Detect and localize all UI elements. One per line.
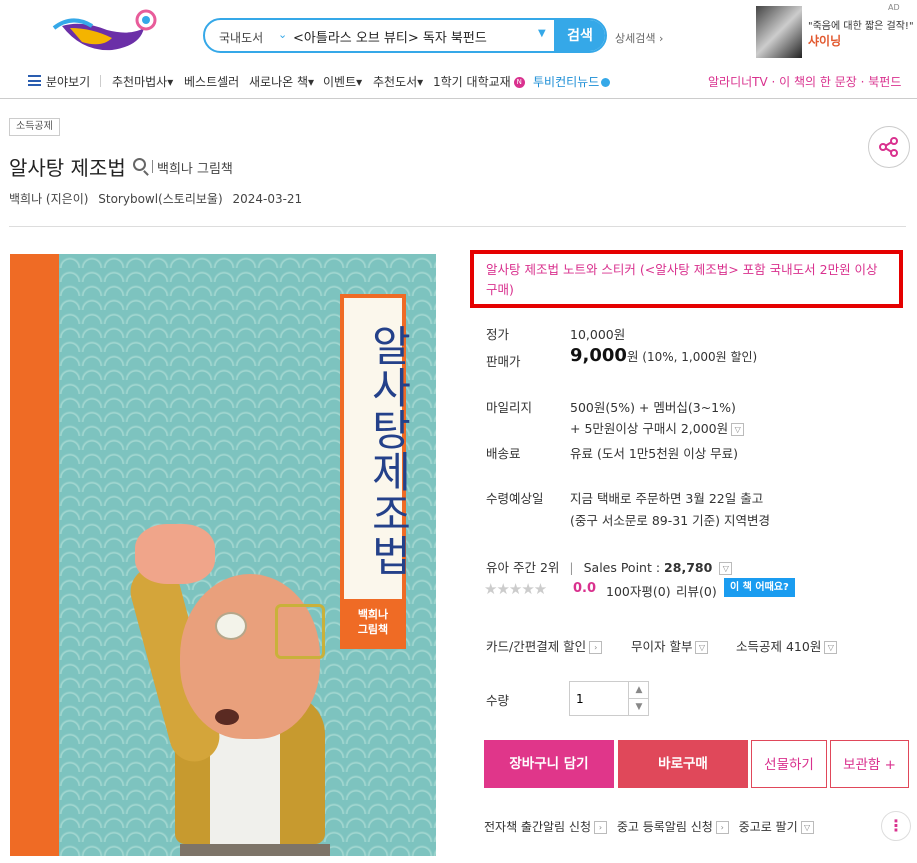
sales-rank[interactable]: 유아 주간 2위 [486, 560, 559, 575]
search-input[interactable] [293, 26, 533, 46]
chevron-right-icon[interactable]: › [715, 821, 729, 834]
quantity-stepper: ▲ ▼ [569, 681, 649, 716]
list-price: 10,000원 [570, 327, 626, 342]
installment[interactable]: 무이자 할부 ▽ [631, 636, 709, 655]
book-series[interactable]: 백희나 그림책 [157, 158, 233, 177]
rating-value: 0.0 [573, 581, 597, 596]
tax-deduction-tag: 소득공제 [9, 118, 60, 136]
nav-divider [100, 75, 101, 87]
hamburger-icon[interactable] [28, 75, 41, 86]
figure-glasses [275, 604, 325, 659]
delivery-label: 수령예상일 [486, 491, 544, 506]
mileage-line1: 500원(5%) + 멤버십(3~1%) [570, 400, 736, 415]
search-category[interactable]: 국내도서 [219, 29, 263, 46]
nav-right-links[interactable]: 알라디너TV · 이 책의 한 문장 · 북펀드 [708, 73, 901, 89]
ad-mark: AD [888, 3, 900, 12]
delivery-line1: 지금 택배로 주문하면 3월 22일 출고 [570, 491, 764, 506]
mileage-label: 마일리지 [486, 400, 533, 415]
author-link[interactable]: 백희나 (지은이) [9, 192, 88, 206]
cover-author: 백희나 그림책 [340, 599, 406, 649]
search-icon[interactable] [133, 158, 146, 171]
more-options-icon[interactable]: ⋮ [881, 811, 911, 841]
advanced-search-link[interactable]: 상세검색 › [615, 30, 663, 46]
chevron-down-icon[interactable]: ▽ [824, 641, 838, 654]
new-badge: N [513, 77, 525, 88]
star-rating-icon: ★★★★★ [484, 580, 547, 598]
nav-recommended[interactable]: 추천도서▾ [373, 73, 423, 89]
list-price-label: 정가 [486, 327, 510, 342]
quantity-input[interactable] [576, 690, 626, 708]
title-divider-line [9, 226, 906, 227]
quantity-label: 수량 [486, 693, 510, 708]
title-divider [152, 160, 153, 173]
shipping-label: 배송료 [486, 446, 521, 461]
nav-event[interactable]: 이벤트▾ [323, 73, 362, 89]
search-bar: 국내도서 ⌄ ▼ 검색 [203, 18, 607, 53]
header-divider [0, 98, 917, 99]
short-review-count[interactable]: 100자평(0) [606, 581, 671, 600]
used-alert-link[interactable]: 중고 등록알림 신청 [617, 820, 713, 834]
how-about-badge[interactable]: 이 책 어때요? [724, 578, 795, 597]
promo-banner[interactable]: 알사탕 제조법 노트와 스티커 (<알사탕 제조법> 포함 국내도서 2만원 이… [470, 250, 903, 308]
ad-text[interactable]: "죽음에 대한 짧은 걸작!" [808, 17, 914, 32]
chevron-down-icon[interactable]: ⌄ [278, 28, 287, 41]
publish-date: 2024-03-21 [232, 192, 303, 206]
increment-icon[interactable]: ▲ [628, 682, 649, 699]
badge-icon [601, 78, 611, 87]
wishlist-button[interactable]: 보관함 + [830, 740, 909, 788]
book-meta: 백희나 (지은이) Storybowl(스토리보울) 2024-03-21 [9, 190, 308, 207]
chevron-right-icon[interactable]: › [594, 821, 607, 834]
ad-image[interactable] [756, 6, 802, 58]
nav-textbook[interactable]: 1학기 대학교재 N [433, 73, 525, 89]
publisher-link[interactable]: Storybowl(스토리보울) [98, 192, 222, 206]
share-icon [879, 137, 898, 157]
ad-title[interactable]: 샤이닝 [808, 32, 841, 49]
card-discount[interactable]: 카드/간편결제 할인 › [486, 636, 603, 655]
sell-used-link[interactable]: 중고로 팔기 [739, 820, 798, 834]
nav-new-books[interactable]: 새로나온 책▾ [249, 73, 314, 89]
sale-price-label: 판매가 [486, 354, 521, 369]
decrement-icon[interactable]: ▼ [628, 699, 649, 716]
nav-category[interactable]: 분야보기 [46, 73, 90, 89]
chevron-down-icon[interactable]: ▽ [695, 641, 709, 654]
shipping-info: 유료 (도서 1만5천원 이상 무료) [570, 446, 739, 461]
discount: (10%, 1,000원 할인) [642, 350, 758, 364]
dropdown-icon[interactable]: ▼ [538, 28, 546, 39]
candy-lens [215, 612, 247, 640]
review-count[interactable]: 리뷰(0) [676, 581, 717, 600]
add-to-cart-button[interactable]: 장바구니 담기 [484, 740, 614, 788]
chevron-down-icon[interactable]: ▽ [800, 821, 814, 834]
chevron-down-icon[interactable]: ▽ [731, 423, 745, 436]
figure-hand [135, 524, 215, 584]
bottom-links: 전자책 출간알림 신청 › 중고 등록알림 신청 › 중고로 팔기 ▽ [484, 818, 814, 835]
share-button[interactable] [868, 126, 910, 168]
chevron-right-icon[interactable]: › [589, 641, 603, 654]
book-title: 알사탕 제조법 [9, 156, 126, 180]
tax-deduction[interactable]: 소득공제 410원 ▽ [736, 636, 838, 655]
sales-rank-row: 유아 주간 2위 | Sales Point : 28,780 ▽ [486, 557, 733, 576]
sale-price-row: 9,000원 (10%, 1,000원 할인) [570, 345, 758, 366]
chevron-down-icon[interactable]: ▽ [719, 562, 733, 575]
sales-point: 28,780 [664, 560, 713, 575]
mileage-line2: + 5만원이상 구매시 2,000원 ▽ [570, 418, 745, 437]
cover-title: 알사탕제조법 [364, 324, 413, 576]
ebook-alert-link[interactable]: 전자책 출간알림 신청 [484, 820, 591, 834]
figure-pants [180, 844, 330, 856]
buy-now-button[interactable]: 바로구매 [618, 740, 748, 788]
search-button[interactable]: 검색 [554, 20, 605, 51]
figure-mouth [215, 709, 239, 725]
nav-recommend-wizard[interactable]: 추천마법사▾ [112, 73, 173, 89]
sale-price: 9,000 [570, 345, 627, 366]
nav-tobecontinued[interactable]: 투비컨티뉴드 [533, 73, 611, 89]
delivery-line2[interactable]: (중구 서소문로 89-31 기준) 지역변경 [570, 510, 770, 529]
gift-button[interactable]: 선물하기 [751, 740, 827, 788]
book-cover[interactable]: 알사탕제조법 백희나 그림책 [10, 254, 436, 856]
figure-shirt [210, 724, 280, 844]
cover-orange-band [10, 254, 59, 856]
nav-bestseller[interactable]: 베스트셀러 [184, 73, 239, 89]
aladin-logo[interactable] [52, 6, 162, 58]
